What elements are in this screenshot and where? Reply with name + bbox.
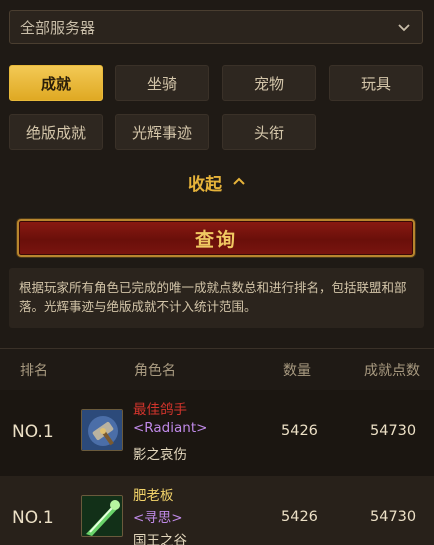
collapse-label: 收起 xyxy=(188,174,222,195)
points-cell: 54730 xyxy=(370,423,417,439)
rank-cell: NO.1 xyxy=(12,422,54,442)
divider xyxy=(0,348,434,349)
table-row[interactable]: NO.1 最佳鸽手 <Radiant> 影之哀伤 5426 54730 xyxy=(0,390,434,476)
hammer-emblem-icon xyxy=(81,409,123,451)
tab-toys[interactable]: 玩具 xyxy=(329,65,423,101)
green-spell-icon xyxy=(81,495,123,537)
guild-name: <Radiant> xyxy=(133,420,208,436)
tab-titles[interactable]: 头衔 xyxy=(222,114,316,150)
chevron-up-icon xyxy=(233,177,245,185)
table-header: 排名 角色名 数量 成就点数 xyxy=(0,355,434,383)
tab-pets[interactable]: 宠物 xyxy=(222,65,316,101)
table-row[interactable]: NO.1 肥老板 <寻思> 国王之谷 5426 54730 xyxy=(0,476,434,545)
tab-achievements[interactable]: 成就 xyxy=(9,65,103,101)
header-points: 成就点数 xyxy=(364,363,420,379)
query-button[interactable]: 查询 xyxy=(17,219,415,257)
tab-feats-of-strength[interactable]: 光辉事迹 xyxy=(115,114,209,150)
header-count: 数量 xyxy=(283,363,311,379)
tab-mounts[interactable]: 坐骑 xyxy=(115,65,209,101)
ranking-notice: 根据玩家所有角色已完成的唯一成就点数总和进行排名，包括联盟和部落。光辉事迹与绝版… xyxy=(9,268,424,328)
collapse-toggle[interactable]: 收起 xyxy=(0,169,434,195)
chevron-down-icon xyxy=(398,24,410,32)
points-cell: 54730 xyxy=(370,509,417,525)
character-title: 最佳鸽手 xyxy=(133,402,187,418)
count-cell: 5426 xyxy=(281,509,318,525)
rank-cell: NO.1 xyxy=(12,508,54,528)
realm-name: 影之哀伤 xyxy=(133,447,187,463)
count-cell: 5426 xyxy=(281,423,318,439)
header-character-name: 角色名 xyxy=(134,363,176,379)
realm-name: 国王之谷 xyxy=(133,533,187,545)
character-title: 肥老板 xyxy=(133,488,174,504)
server-select[interactable]: 全部服务器 xyxy=(9,10,423,44)
server-select-label: 全部服务器 xyxy=(20,18,96,37)
header-rank: 排名 xyxy=(20,363,48,379)
tab-legacy-achievements[interactable]: 绝版成就 xyxy=(9,114,103,150)
guild-name: <寻思> xyxy=(133,510,183,526)
